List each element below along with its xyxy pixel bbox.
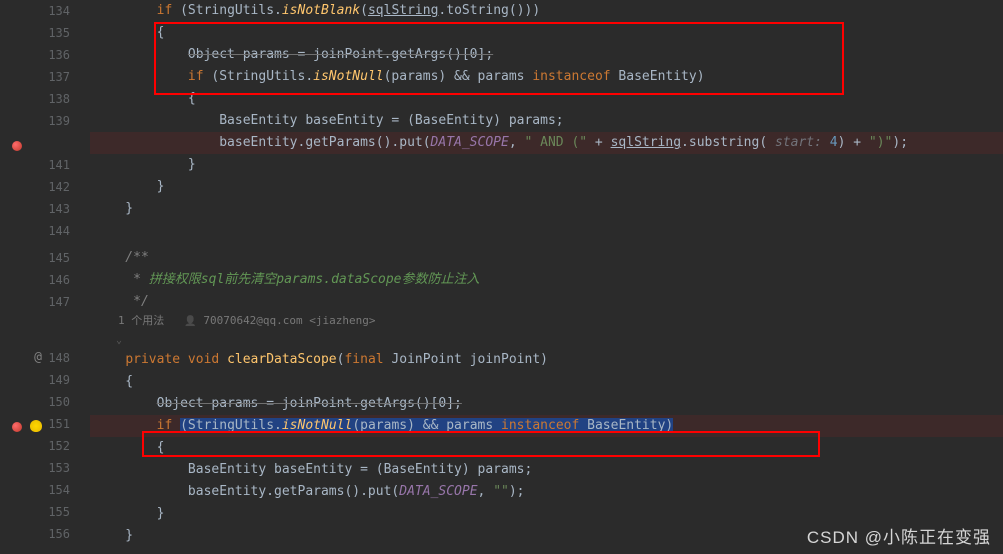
line-num: 139 <box>0 110 70 132</box>
line-num: 151 <box>0 413 70 435</box>
code-line[interactable]: baseEntity.getParams().put(DATA_SCOPE, "… <box>90 481 1003 503</box>
code-line[interactable]: Object params = joinPoint.getArgs()[0]; <box>90 44 1003 66</box>
breakpoint-icon[interactable] <box>8 136 22 150</box>
line-num: 147 <box>0 291 70 313</box>
code-area[interactable]: if (StringUtils.isNotBlank(sqlString.toS… <box>90 0 1003 554</box>
line-num <box>0 333 70 347</box>
code-editor[interactable]: 134 135 136 137 138 139 141 142 143 144 … <box>0 0 1003 554</box>
code-line[interactable]: { <box>90 88 1003 110</box>
usage-hint[interactable]: 1 个用法 70070642@qq.com <jiazheng> <box>90 313 1003 335</box>
line-num: 152 <box>0 435 70 457</box>
line-num: 135 <box>0 22 70 44</box>
code-line[interactable]: } <box>90 198 1003 220</box>
code-line[interactable]: if (StringUtils.isNotNull(params) && par… <box>90 415 1003 437</box>
line-num: 146 <box>0 269 70 291</box>
line-num: 134 <box>0 0 70 22</box>
code-line[interactable]: Object params = joinPoint.getArgs()[0]; <box>90 393 1003 415</box>
code-line[interactable]: { <box>90 22 1003 44</box>
watermark: CSDN @小陈正在变强 <box>807 523 991 548</box>
code-line[interactable]: if (StringUtils.isNotNull(params) && par… <box>90 66 1003 88</box>
code-line[interactable]: } <box>90 154 1003 176</box>
line-num: 154 <box>0 479 70 501</box>
code-line[interactable]: } <box>90 176 1003 198</box>
line-num: 153 <box>0 457 70 479</box>
line-num: 149 <box>0 369 70 391</box>
line-num <box>0 132 70 154</box>
line-num: 145 <box>0 247 70 269</box>
code-line[interactable]: if (StringUtils.isNotBlank(sqlString.toS… <box>90 0 1003 22</box>
code-line[interactable]: BaseEntity baseEntity = (BaseEntity) par… <box>90 459 1003 481</box>
code-line[interactable]: /** <box>90 247 1003 269</box>
override-icon[interactable]: @ <box>34 347 42 369</box>
line-num: 137 <box>0 66 70 88</box>
code-line[interactable] <box>90 225 1003 247</box>
line-num: 142 <box>0 176 70 198</box>
line-gutter: 134 135 136 137 138 139 141 142 143 144 … <box>0 0 90 554</box>
breakpoint-icon[interactable] <box>8 417 22 431</box>
code-line[interactable]: */ <box>90 291 1003 313</box>
code-line[interactable]: { <box>90 371 1003 393</box>
line-num: 138 <box>0 88 70 110</box>
fold-icon[interactable]: ⌄ <box>90 335 1003 349</box>
line-num: 156 <box>0 523 70 545</box>
code-line[interactable]: BaseEntity baseEntity = (BaseEntity) par… <box>90 110 1003 132</box>
code-line[interactable]: baseEntity.getParams().put(DATA_SCOPE, "… <box>90 132 1003 154</box>
line-num: 144 <box>0 220 70 242</box>
line-num: 143 <box>0 198 70 220</box>
line-num: @148 <box>0 347 70 369</box>
code-line[interactable]: * 拼接权限sql前先清空params.dataScope参数防止注入 <box>90 269 1003 291</box>
code-line[interactable]: private void clearDataScope(final JoinPo… <box>90 349 1003 371</box>
code-line[interactable]: { <box>90 437 1003 459</box>
line-num: 155 <box>0 501 70 523</box>
line-num: 150 <box>0 391 70 413</box>
line-num <box>0 313 70 333</box>
code-line[interactable]: } <box>90 503 1003 525</box>
line-num: 141 <box>0 154 70 176</box>
line-num: 136 <box>0 44 70 66</box>
bulb-icon[interactable] <box>28 417 42 431</box>
